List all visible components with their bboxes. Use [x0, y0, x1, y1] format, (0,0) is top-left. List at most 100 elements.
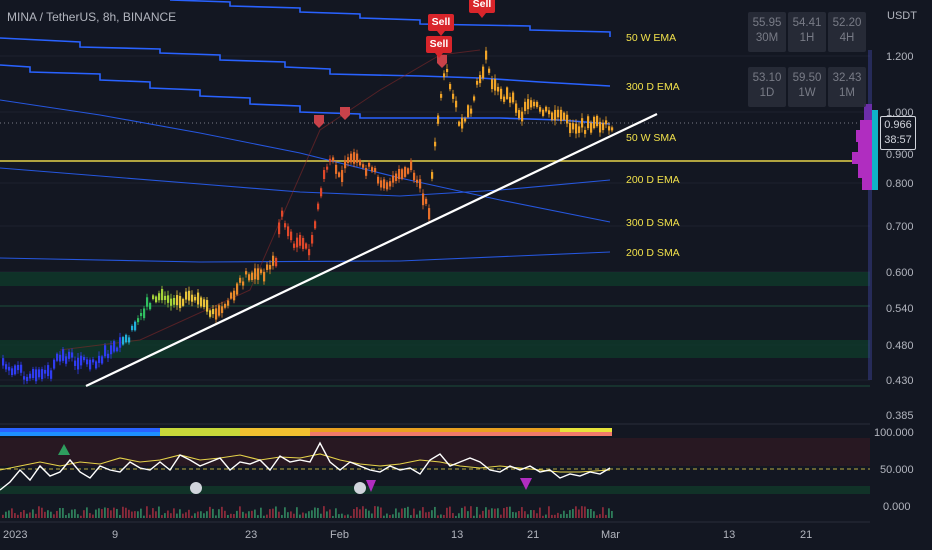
osc-volume-bar — [608, 508, 610, 518]
candle-body — [137, 318, 140, 323]
candle-body — [488, 68, 491, 73]
candle-body — [467, 105, 470, 118]
osc-volume-bar — [20, 512, 22, 518]
symbol-title[interactable]: MINA / TetherUS, 8h, BINANCE — [7, 10, 176, 24]
candle-body — [269, 264, 272, 270]
candle-body — [500, 88, 503, 99]
osc-volume-bar — [425, 512, 427, 518]
osc-volume-bar — [224, 510, 226, 518]
oscillator-pane[interactable]: 100.000 50.000 0.000 — [0, 427, 914, 518]
candle-body — [326, 166, 329, 170]
osc-volume-bar — [503, 508, 505, 518]
osc-volume-bar — [302, 512, 304, 518]
price-tick: 0.800 — [886, 178, 914, 190]
osc-volume-bar — [545, 514, 547, 518]
candle-body — [494, 78, 497, 91]
osc-volume-bar — [218, 509, 220, 518]
candle-body — [29, 373, 32, 379]
osc-volume-bar — [56, 510, 58, 518]
osc-volume-bar — [8, 510, 10, 518]
candle-body — [254, 268, 257, 280]
ma-label-300d-sma: 300 D SMA — [626, 217, 680, 229]
candle-body — [62, 349, 65, 361]
candle-body — [458, 121, 461, 126]
candle-body — [368, 162, 371, 167]
osc-volume-bar — [215, 515, 217, 518]
candle-body — [554, 109, 557, 121]
osc-volume-bar — [167, 510, 169, 518]
osc-volume-bar — [422, 507, 424, 518]
sell-marker-small — [314, 115, 324, 128]
support-zone-lower — [0, 340, 870, 358]
osc-volume-bar — [32, 509, 34, 518]
osc-volume-bar — [572, 508, 574, 518]
candle-body — [59, 354, 62, 362]
osc-volume-bar — [347, 514, 349, 518]
osc-volume-bar — [380, 507, 382, 518]
osc-volume-bar — [488, 509, 490, 518]
osc-volume-bar — [254, 509, 256, 518]
osc-volume-bar — [206, 511, 208, 518]
candle-body — [566, 114, 569, 124]
osc-volume-bar — [326, 511, 328, 518]
candle-body — [569, 122, 572, 134]
candle-body — [251, 272, 254, 280]
candle-body — [542, 109, 545, 116]
candle-body — [272, 255, 275, 266]
osc-volume-bar — [269, 509, 271, 518]
candle-body — [443, 73, 446, 78]
osc-volume-bar — [41, 507, 43, 518]
osc-volume-bar — [161, 515, 163, 518]
candle-body — [392, 175, 395, 183]
osc-volume-bar — [521, 507, 523, 518]
candle-body — [482, 66, 485, 79]
sma-200d-line — [0, 251, 611, 263]
osc-volume-bar — [500, 514, 502, 518]
osc-volume-bar — [194, 513, 196, 518]
candle-body — [572, 123, 575, 130]
osc-volume-bar — [284, 507, 286, 518]
candle-body — [17, 364, 20, 371]
candle-body — [359, 160, 362, 166]
osc-volume-bar — [431, 510, 433, 518]
currency-label[interactable]: USDT — [887, 10, 917, 22]
candle-body — [533, 101, 536, 107]
osc-volume-bar — [59, 507, 61, 518]
candle-body — [47, 365, 50, 377]
osc-volume-bar — [140, 508, 142, 518]
candle-body — [422, 193, 425, 206]
time-axis[interactable]: 2023 9 23 Feb 13 21 Mar 13 21 — [3, 529, 812, 541]
osc-volume-bar — [287, 512, 289, 518]
osc-volume-bar — [329, 509, 331, 518]
osc-volume-bar — [200, 511, 202, 518]
osc-volume-bar — [386, 513, 388, 518]
candle-body — [317, 203, 320, 210]
candle-body — [563, 112, 566, 121]
candle-body — [200, 297, 203, 307]
osc-volume-bar — [185, 512, 187, 518]
candle-body — [431, 172, 434, 179]
candle-body — [221, 306, 224, 314]
osc-volume-bar — [413, 508, 415, 518]
candle-body — [149, 303, 152, 310]
price-tick: 0.385 — [886, 410, 914, 422]
candle-body — [185, 291, 188, 300]
osc-volume-bar — [464, 506, 466, 518]
candle-body — [35, 369, 38, 382]
price-axis[interactable]: 1.200 1.000 0.900 0.800 0.700 0.600 0.54… — [886, 51, 914, 422]
time-tick: Mar — [601, 529, 620, 541]
candle-body — [119, 337, 122, 348]
time-tick: Feb — [330, 529, 349, 541]
osc-volume-bar — [17, 514, 19, 518]
candle-body — [416, 179, 419, 183]
candle-body — [257, 268, 260, 280]
time-tick: 13 — [723, 529, 735, 541]
osc-volume-bar — [149, 514, 151, 518]
candle-body — [437, 115, 440, 124]
osc-volume-bar — [512, 511, 514, 518]
current-price-tag: 0.966 38:57 — [880, 116, 916, 150]
candle-body — [530, 100, 533, 108]
candle-body — [434, 141, 437, 147]
candle-body — [353, 152, 356, 164]
candle-body — [233, 290, 236, 301]
